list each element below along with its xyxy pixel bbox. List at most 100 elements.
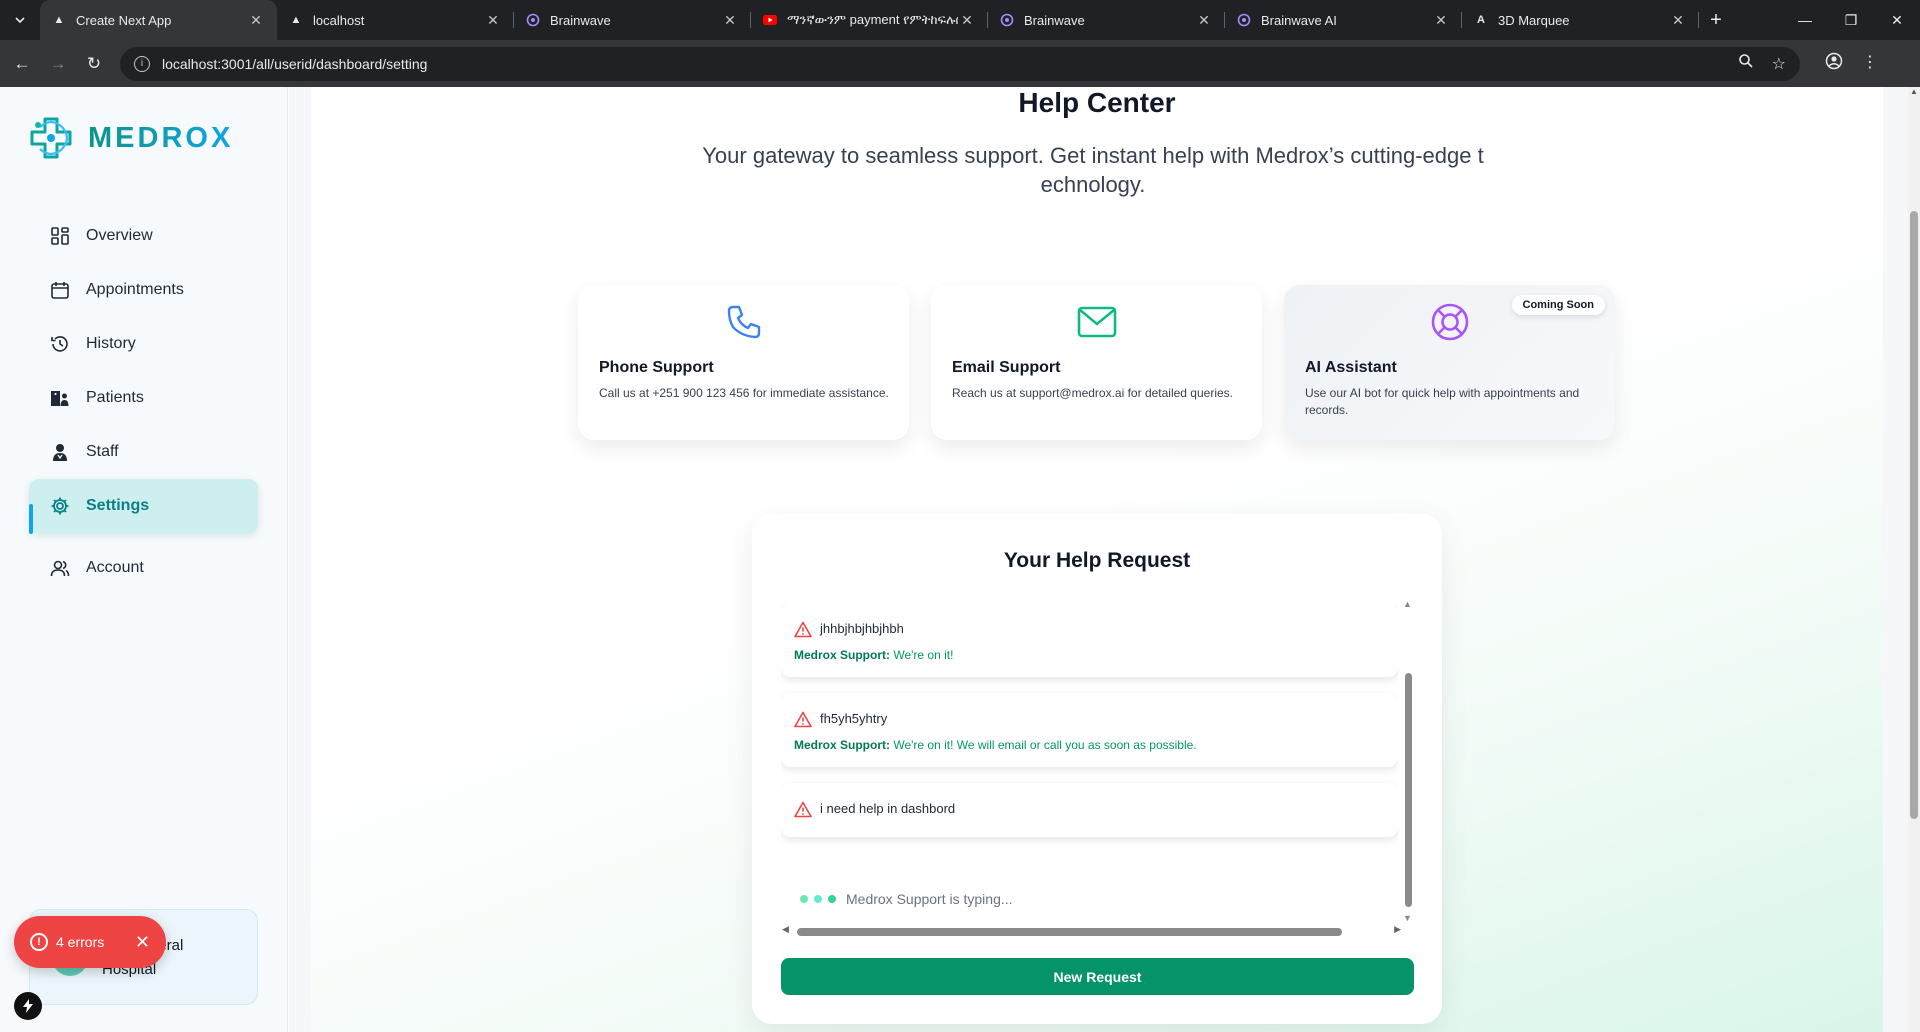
- browser-tab[interactable]: Brainwave AI ✕: [1225, 0, 1462, 40]
- address-bar[interactable]: i localhost:3001/all/userid/dashboard/se…: [120, 46, 1800, 81]
- vertical-scrollbar[interactable]: ▲ ▼: [1402, 599, 1414, 923]
- sidebar-item-history[interactable]: History: [29, 317, 258, 371]
- nextjs-badge[interactable]: [14, 992, 42, 1020]
- menu-kebab-icon[interactable]: ⋮: [1852, 52, 1888, 75]
- back-button[interactable]: ←: [4, 46, 40, 82]
- card-title: Phone Support: [599, 359, 714, 376]
- forward-button[interactable]: →: [40, 46, 76, 82]
- scrollbar-thumb[interactable]: [797, 928, 1342, 936]
- close-icon[interactable]: ✕: [1432, 12, 1450, 29]
- new-request-button[interactable]: New Request: [781, 958, 1414, 995]
- star-icon[interactable]: ☆: [1772, 54, 1786, 74]
- browser-tab[interactable]: Brainwave ✕: [988, 0, 1225, 40]
- sidebar-item-label: Appointments: [86, 281, 184, 298]
- close-window-button[interactable]: ✕: [1874, 0, 1920, 40]
- users-icon: [49, 557, 71, 579]
- close-icon[interactable]: ✕: [1669, 12, 1687, 29]
- warning-icon: [794, 711, 812, 728]
- minimize-button[interactable]: —: [1782, 0, 1828, 40]
- request-text: jhhbjhbjhbjhbh: [820, 621, 904, 636]
- browser-tab[interactable]: ማንኛውንም payment የምትከፍሉበት ✕: [751, 0, 988, 40]
- close-icon[interactable]: ✕: [135, 932, 150, 953]
- sidebar-item-patients[interactable]: Patients: [29, 371, 258, 425]
- typing-dot: [800, 895, 808, 903]
- scroll-left-icon[interactable]: ◀: [782, 924, 789, 935]
- typing-dot: [828, 895, 836, 903]
- sidebar-item-overview[interactable]: Overview: [29, 209, 258, 263]
- close-icon[interactable]: ✕: [1195, 12, 1213, 29]
- restore-button[interactable]: ❐: [1828, 0, 1874, 40]
- close-icon[interactable]: ✕: [484, 12, 502, 29]
- browser-tab[interactable]: A 3D Marquee ✕: [1462, 0, 1699, 40]
- request-item: fh5yh5yhtry Medrox Support: We're on it!…: [781, 693, 1398, 767]
- triangle-icon: ▲: [290, 14, 302, 26]
- reload-icon: ↻: [86, 53, 102, 73]
- browser-tab[interactable]: ▲ localhost ✕: [277, 0, 514, 40]
- request-text: i need help in dashbord: [820, 801, 956, 816]
- youtube-icon: [763, 13, 777, 27]
- new-tab-button[interactable]: +: [1699, 9, 1733, 32]
- sidebar-item-staff[interactable]: Staff: [29, 425, 258, 479]
- close-icon[interactable]: ✕: [721, 12, 739, 29]
- profile-icon[interactable]: [1816, 52, 1852, 75]
- tab-title: 3D Marquee: [1498, 12, 1570, 28]
- scroll-down-icon[interactable]: ▼: [1403, 913, 1412, 923]
- calendar-icon: [49, 279, 71, 301]
- reply-text: We're on it!: [893, 648, 954, 662]
- lifebuoy-icon: [1429, 301, 1471, 343]
- tab-title: Brainwave AI: [1261, 12, 1337, 28]
- close-icon[interactable]: ✕: [247, 12, 265, 29]
- scroll-up-icon[interactable]: ▲: [1910, 87, 1918, 96]
- close-icon[interactable]: ✕: [958, 12, 976, 29]
- dev-errors-pill[interactable]: ! 4 errors ✕: [14, 916, 166, 968]
- support-name: Medrox Support:: [794, 648, 890, 662]
- panel-title: Your Help Request: [1003, 549, 1191, 572]
- card-text: Call us at +251 900 123 456 for immediat…: [599, 386, 889, 400]
- sidebar-item-label: Overview: [86, 227, 153, 244]
- scrollbar-thumb[interactable]: [1405, 673, 1412, 907]
- support-reply: Medrox Support: We're on it! We will ema…: [794, 738, 1197, 752]
- zoom-icon[interactable]: [1738, 53, 1754, 74]
- scroll-right-icon[interactable]: ▶: [1394, 924, 1401, 935]
- tab-title: Brainwave: [550, 12, 611, 28]
- marquee-icon: A: [1477, 14, 1485, 26]
- window-controls: — ❐ ✕: [1782, 0, 1920, 40]
- brainwave-icon: [1000, 13, 1014, 27]
- brand-logo[interactable]: MEDROX: [28, 115, 233, 161]
- sidebar-item-appointments[interactable]: Appointments: [29, 263, 258, 317]
- alert-circle-icon: !: [30, 933, 48, 951]
- ai-assistant-card[interactable]: Coming Soon AI Assistant Use our AI bot …: [1284, 285, 1615, 440]
- arrow-right-icon: →: [49, 53, 67, 73]
- browser-tab[interactable]: Brainwave ✕: [514, 0, 751, 40]
- typing-dot: [814, 895, 822, 903]
- reload-button[interactable]: ↻: [76, 46, 112, 82]
- sidebar-item-settings[interactable]: Settings: [29, 479, 258, 534]
- card-title: AI Assistant: [1305, 359, 1397, 376]
- coming-soon-badge: Coming Soon: [1511, 295, 1605, 315]
- sidebar-item-account[interactable]: Account: [29, 541, 258, 595]
- warning-icon: [794, 621, 812, 638]
- sidebar-nav: Overview Appointments History Patients S…: [29, 209, 258, 595]
- minimize-icon: —: [1798, 12, 1812, 28]
- brainwave-icon: [526, 13, 540, 27]
- sidebar-item-label: Patients: [86, 389, 144, 406]
- scroll-up-icon[interactable]: ▲: [1403, 599, 1412, 609]
- tab-search-button[interactable]: [0, 0, 40, 40]
- phone-support-card[interactable]: Phone Support Call us at +251 900 123 45…: [578, 285, 909, 440]
- page-subtitle: Your gateway to seamless support. Get in…: [702, 143, 1484, 197]
- card-text: Use our AI bot for quick help with appoi…: [1305, 386, 1580, 417]
- patients-icon: [49, 387, 71, 409]
- reply-text: We're on it! We will email or call you a…: [893, 738, 1197, 752]
- browser-tab[interactable]: ▲ Create Next App ✕: [40, 0, 277, 40]
- horizontal-scrollbar[interactable]: ◀ ▶: [781, 924, 1401, 938]
- close-icon: ✕: [1891, 11, 1903, 28]
- email-support-card[interactable]: Email Support Reach us at support@medrox…: [931, 285, 1262, 440]
- site-info-icon[interactable]: i: [134, 55, 150, 72]
- request-list[interactable]: jhhbjhbjhbjhbh Medrox Support: We're on …: [781, 603, 1398, 919]
- page-scrollbar[interactable]: ▲: [1908, 87, 1920, 1032]
- scrollbar-thumb[interactable]: [1910, 211, 1918, 819]
- typing-text: Medrox Support is typing...: [846, 891, 1013, 907]
- gear-icon: [49, 495, 71, 517]
- typing-indicator: Medrox Support is typing...: [800, 891, 1013, 907]
- support-name: Medrox Support:: [794, 738, 890, 752]
